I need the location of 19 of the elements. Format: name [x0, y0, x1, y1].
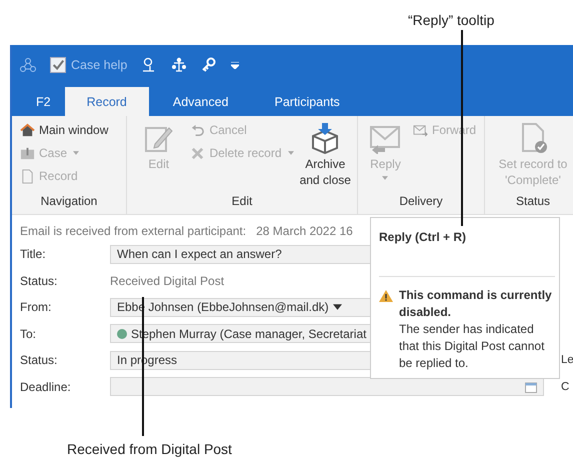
- field-label: Status:: [20, 353, 58, 368]
- group-label: Delivery: [398, 194, 444, 210]
- tooltip-title: Reply (Ctrl + R): [379, 230, 555, 277]
- tooltip-text: The sender has indicated that this Digital Post cannot be replied to.: [399, 321, 546, 372]
- group-label: Status: [514, 194, 552, 210]
- field-label: Title:: [20, 247, 47, 262]
- group-label: Navigation: [40, 194, 98, 210]
- field-label: Le: [561, 354, 573, 366]
- received-date: 28 March 2022 16: [256, 224, 353, 238]
- field-label: From:: [20, 300, 52, 314]
- info-label: Email is received from external participant:: [20, 224, 246, 238]
- callout-label: “Reply” tooltip: [408, 12, 494, 28]
- group-label: Edit: [230, 194, 254, 210]
- field-label: C: [561, 380, 570, 393]
- status-text: Received Digital Post: [110, 274, 224, 288]
- callout-label: Received from Digital Post: [67, 441, 232, 457]
- field-label: Status:: [20, 274, 58, 288]
- field-label: Deadline:: [20, 380, 72, 394]
- field-label: To:: [20, 326, 38, 341]
